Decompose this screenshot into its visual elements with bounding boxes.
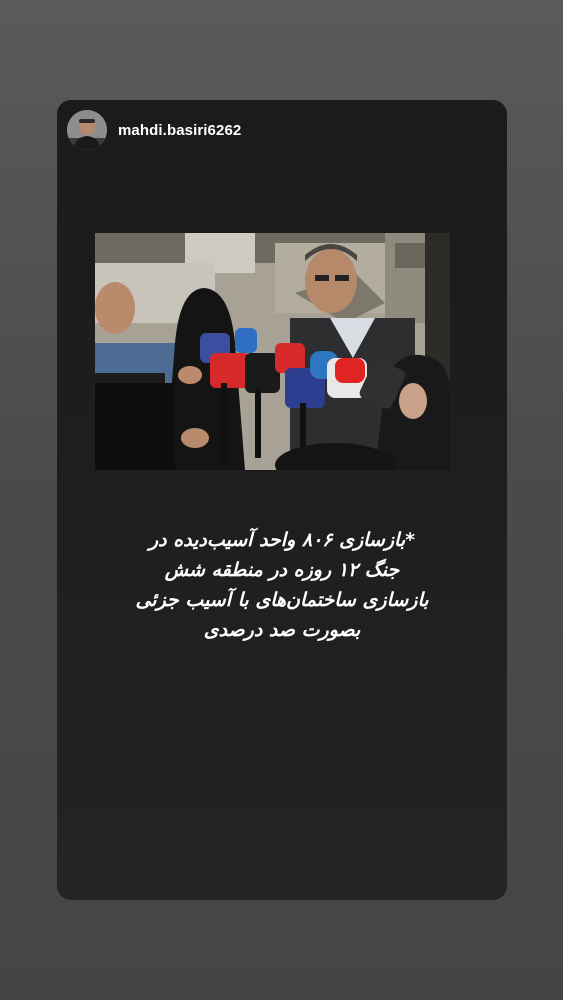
avatar[interactable]	[67, 110, 107, 150]
username[interactable]: mahdi.basiri6262	[118, 122, 241, 139]
news-photo	[95, 233, 450, 470]
press-interview-image	[95, 233, 450, 470]
story-caption: *بازسازی ۸۰۶ واحد آسیب‌دیده در جنگ ۱۲ رو…	[77, 525, 487, 645]
story-header: mahdi.basiri6262	[67, 110, 241, 150]
story-card[interactable]: mahdi.basiri6262	[57, 100, 507, 900]
caption-line-1: *بازسازی ۸۰۶ واحد آسیب‌دیده در	[148, 529, 416, 551]
caption-line-4: بصورت صد درصدی	[203, 619, 361, 641]
story-viewer: mahdi.basiri6262	[0, 0, 563, 1000]
caption-line-2: جنگ ۱۲ روزه در منطقه شش	[164, 559, 400, 581]
caption-line-3: بازسازی ساختمان‌های با آسیب جزئی	[135, 589, 429, 611]
avatar-image	[67, 110, 107, 150]
